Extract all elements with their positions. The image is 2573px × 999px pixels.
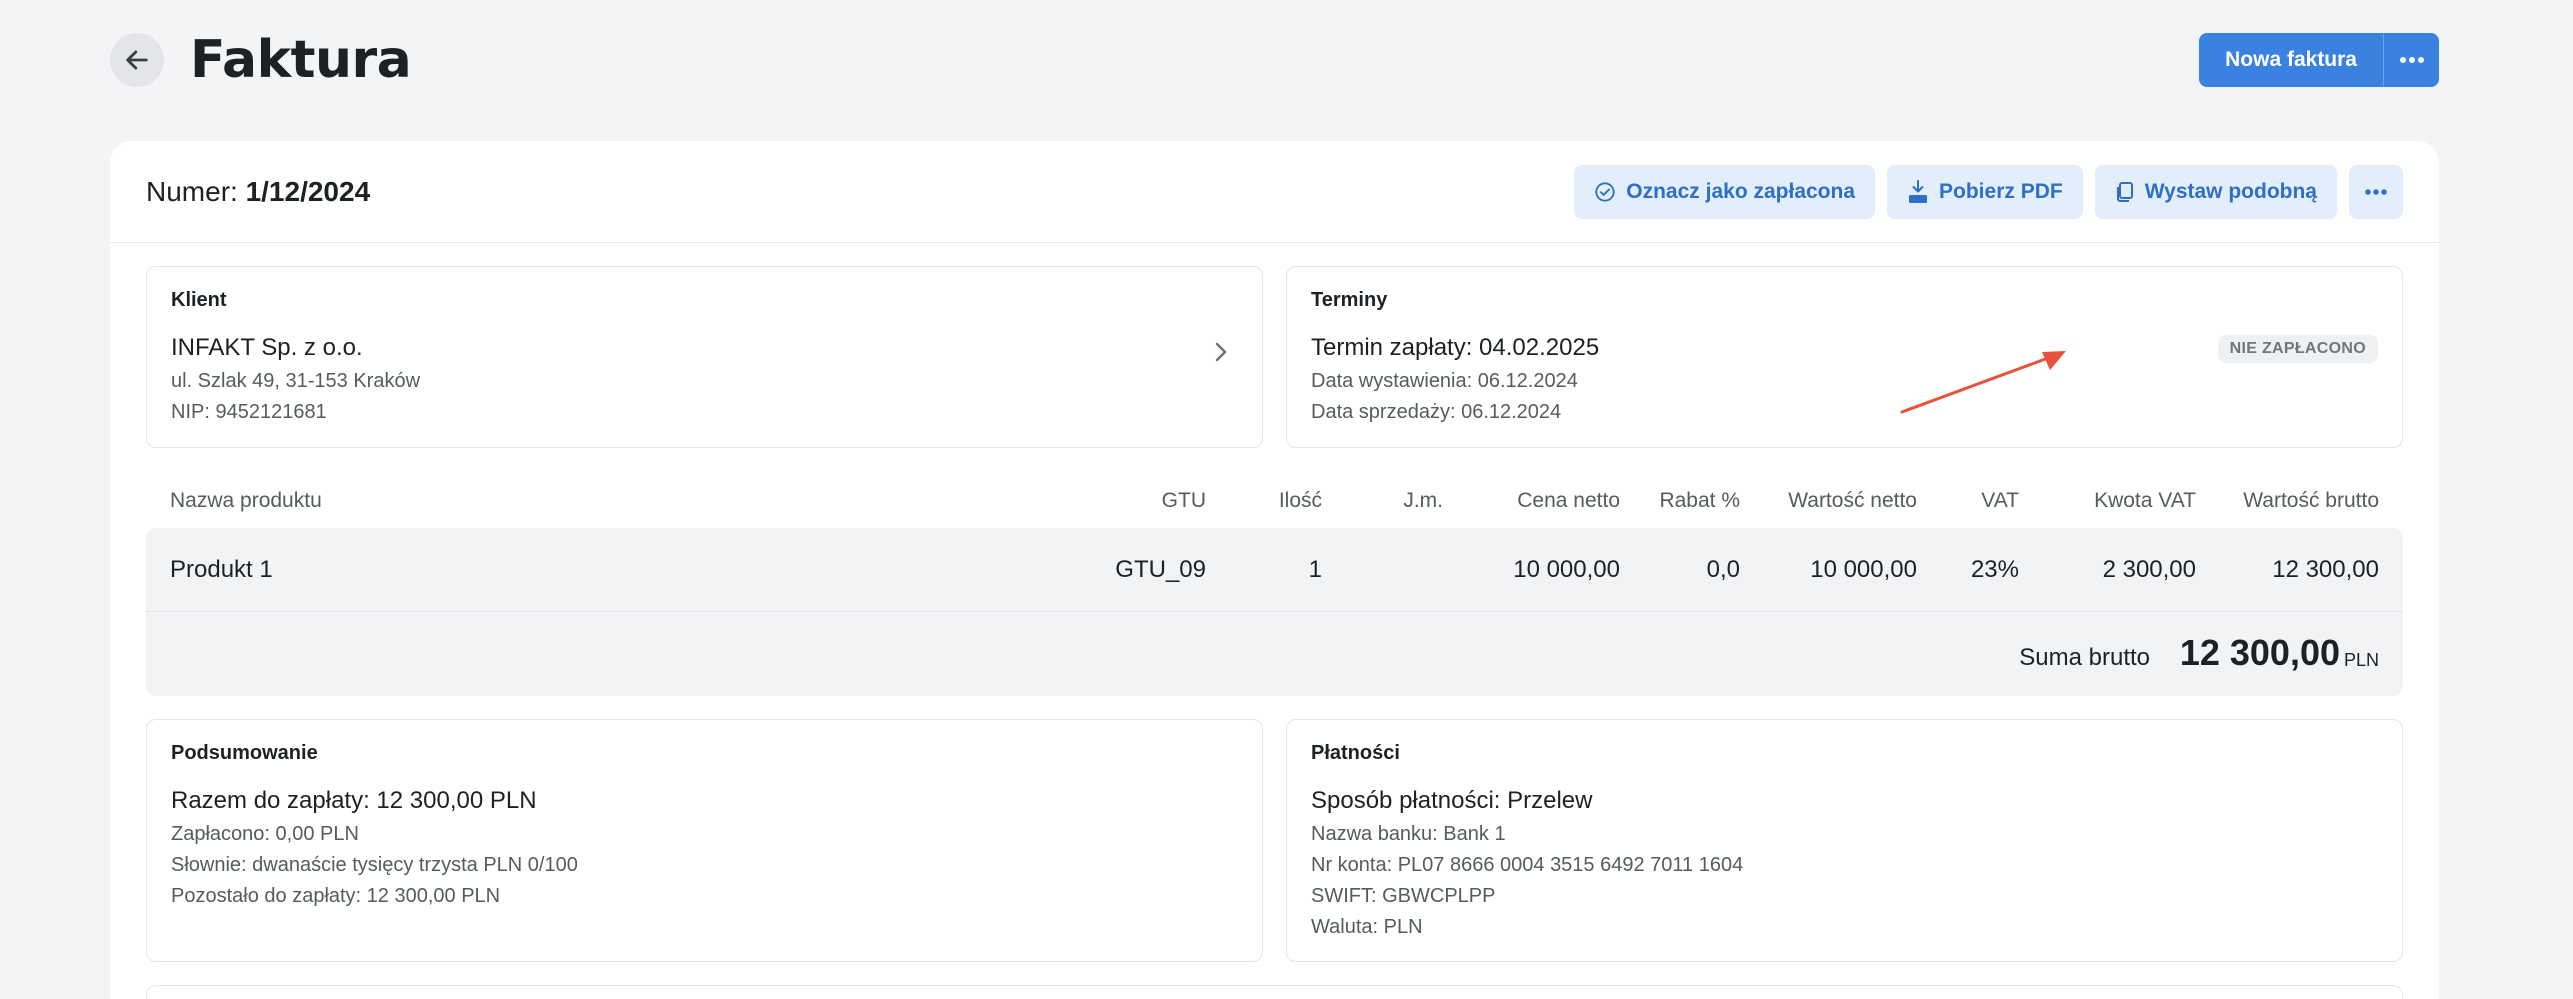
issue-date: Data wystawienia: 06.12.2024 xyxy=(1311,370,1578,392)
next-section-box xyxy=(146,985,2403,999)
column-header: J.m. xyxy=(1403,489,1443,512)
table-row[interactable]: Produkt 1 GTU_09 1 10 000,00 0,0 10 000,… xyxy=(146,528,2403,612)
table-cell: 0,0 xyxy=(1706,556,1740,583)
client-nip: NIP: 9452121681 xyxy=(171,401,327,423)
arrow-left-icon xyxy=(126,50,148,70)
table-cell: 2 300,00 xyxy=(2102,556,2196,583)
copy-icon xyxy=(2116,181,2133,202)
invoice-more-button[interactable] xyxy=(2349,164,2403,219)
client-address: ul. Szlak 49, 31-153 Kraków xyxy=(171,370,421,392)
payment-method: Sposób płatności: Przelew xyxy=(1311,787,1593,814)
account-number: Nr konta: PL07 8666 0004 3515 6492 7011 … xyxy=(1311,854,1744,876)
column-header: Wartość brutto xyxy=(2243,489,2379,512)
column-header: Ilość xyxy=(1278,489,1322,512)
table-cell: 10 000,00 xyxy=(1513,556,1620,583)
invoice-card-header: Numer: 1/12/2024 Oznacz jako zapłacona P… xyxy=(110,141,2439,243)
table-header: Nazwa produktu GTU Ilość J.m. Cena netto… xyxy=(146,481,2403,521)
column-header: Cena netto xyxy=(1517,489,1620,512)
bank-name: Nazwa banku: Bank 1 xyxy=(1311,823,1506,845)
download-pdf-icon xyxy=(1909,179,1928,203)
more-actions-button[interactable] xyxy=(2383,33,2439,87)
page-header: Faktura Nowa faktura xyxy=(110,30,2439,90)
gross-sum-row: Suma brutto 12 300,00 PLN xyxy=(146,612,2403,696)
client-name: INFAKT Sp. z o.o. xyxy=(171,334,363,361)
check-circle-icon xyxy=(1595,181,1615,202)
invoice-actions: Oznacz jako zapłacona Pobierz PDF Wystaw… xyxy=(1574,164,2403,219)
download-pdf-button[interactable]: Pobierz PDF xyxy=(1887,164,2083,219)
sale-date: Data sprzedaży: 06.12.2024 xyxy=(1311,401,1562,423)
column-header: Wartość netto xyxy=(1788,489,1917,512)
more-dots-icon xyxy=(2399,57,2424,63)
status-badge: NIE ZAPŁACONO xyxy=(2217,335,2378,363)
payments-box: Płatności Sposób płatności: Przelew Nazw… xyxy=(1286,719,2403,962)
summary-box: Podsumowanie Razem do zapłaty: 12 300,00… xyxy=(146,719,1263,962)
payments-title: Płatności xyxy=(1311,742,1400,764)
amount-in-words: Słownie: dwanaście tysięcy trzysta PLN 0… xyxy=(171,854,578,876)
issue-similar-label: Wystaw podobną xyxy=(2144,179,2317,203)
gross-sum-label: Suma brutto xyxy=(2019,644,2150,671)
payment-currency: Waluta: PLN xyxy=(1311,916,1423,938)
invoice-number-label: Numer: xyxy=(146,175,246,207)
column-header: Rabat % xyxy=(1659,489,1740,512)
column-header: VAT xyxy=(1981,489,2019,512)
summary-title: Podsumowanie xyxy=(171,742,318,764)
table-cell: 12 300,00 xyxy=(2272,556,2379,583)
client-title: Klient xyxy=(171,289,227,311)
total-to-pay: Razem do zapłaty: 12 300,00 PLN xyxy=(171,787,537,814)
swift-code: SWIFT: GBWCPLPP xyxy=(1311,885,1496,907)
invoice-card: Numer: 1/12/2024 Oznacz jako zapłacona P… xyxy=(110,141,2439,999)
client-box[interactable]: Klient INFAKT Sp. z o.o. ul. Szlak 49, 3… xyxy=(146,266,1263,448)
table-cell: Produkt 1 xyxy=(170,556,273,583)
mark-paid-label: Oznacz jako zapłacona xyxy=(1626,179,1856,203)
column-header: Kwota VAT xyxy=(2094,489,2196,512)
table-cell: GTU_09 xyxy=(1115,556,1206,583)
mark-paid-button[interactable]: Oznacz jako zapłacona xyxy=(1574,164,1876,219)
terms-title: Terminy xyxy=(1311,289,1388,311)
gross-sum-value: 12 300,00 xyxy=(2179,632,2340,673)
issue-similar-button[interactable]: Wystaw podobną xyxy=(2094,164,2337,219)
amount-paid: Zapłacono: 0,00 PLN xyxy=(171,823,359,845)
table-cell: 10 000,00 xyxy=(1810,556,1917,583)
gross-sum-currency: PLN xyxy=(2343,650,2379,670)
table-cell: 1 xyxy=(1308,556,1322,583)
table-cell: 23% xyxy=(1970,556,2019,583)
more-dots-icon xyxy=(2365,188,2387,195)
chevron-right-icon[interactable] xyxy=(1214,341,1228,363)
page-title: Faktura xyxy=(190,30,412,90)
back-button[interactable] xyxy=(110,33,164,87)
column-header: Nazwa produktu xyxy=(170,489,322,512)
column-header: GTU xyxy=(1161,489,1206,512)
header-actions: Nowa faktura xyxy=(2199,33,2439,87)
invoice-number: Numer: 1/12/2024 xyxy=(146,176,370,208)
new-invoice-button[interactable]: Nowa faktura xyxy=(2199,33,2383,87)
terms-box: Terminy Termin zapłaty: 04.02.2025 Data … xyxy=(1286,266,2403,448)
invoice-number-value: 1/12/2024 xyxy=(245,175,371,207)
download-pdf-label: Pobierz PDF xyxy=(1939,179,2063,203)
amount-remaining: Pozostało do zapłaty: 12 300,00 PLN xyxy=(171,885,501,907)
annotation-arrow-icon xyxy=(1900,351,2066,414)
